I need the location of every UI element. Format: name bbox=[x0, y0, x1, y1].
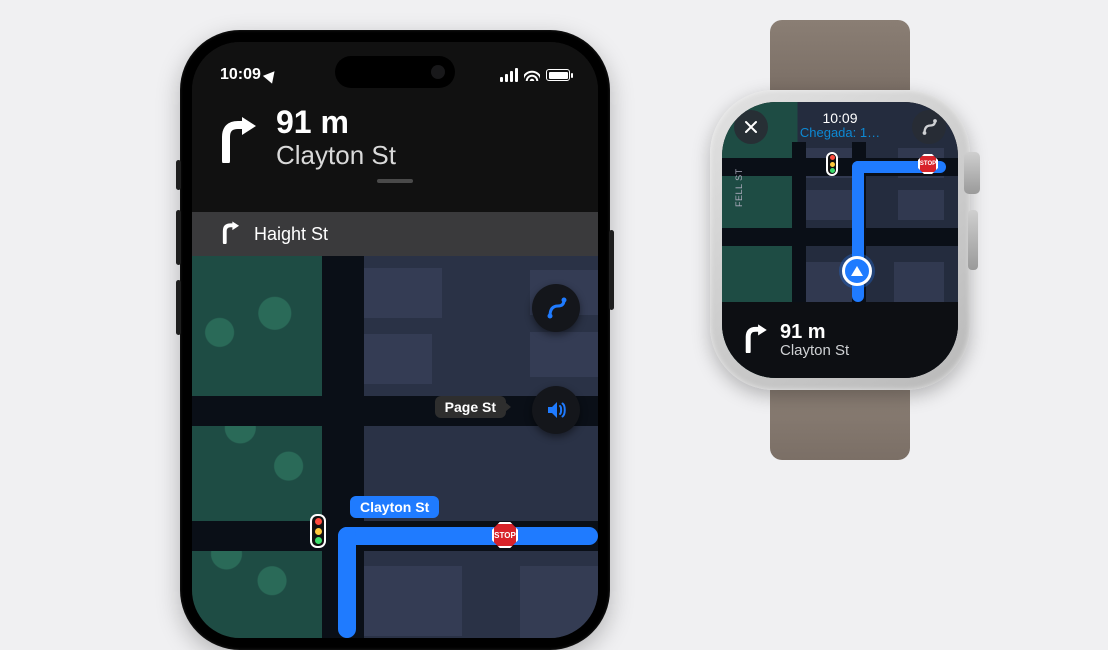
apple-watch-device: STOP FELL ST 10:09 Chegada: 1… bbox=[700, 20, 980, 460]
watch-status-bar: 10:09 Chegada: 1… bbox=[722, 110, 958, 144]
digital-crown bbox=[964, 152, 980, 194]
route-overview-button[interactable] bbox=[532, 284, 580, 332]
iphone-device: 10:09 91 m Clayton St bbox=[180, 30, 610, 650]
close-button[interactable] bbox=[734, 110, 768, 144]
phone-power-button bbox=[609, 230, 614, 310]
stop-sign-icon: STOP bbox=[492, 522, 518, 548]
turn-right-icon bbox=[742, 323, 768, 358]
user-location-puck bbox=[842, 256, 872, 286]
traffic-light-icon bbox=[310, 514, 326, 548]
phone-screen: 10:09 91 m Clayton St bbox=[192, 42, 598, 638]
direction-distance: 91 m bbox=[276, 106, 396, 138]
watch-screen: STOP FELL ST 10:09 Chegada: 1… bbox=[722, 102, 958, 378]
phone-side-button bbox=[176, 160, 181, 190]
turn-right-icon bbox=[220, 220, 240, 249]
dynamic-island bbox=[335, 56, 455, 88]
next-step-row[interactable]: Haight St bbox=[192, 212, 598, 256]
drag-handle[interactable] bbox=[377, 179, 413, 183]
status-time: 10:09 bbox=[220, 66, 261, 84]
turn-right-icon bbox=[216, 115, 258, 163]
stop-sign-icon: STOP bbox=[918, 154, 938, 174]
wifi-icon bbox=[524, 69, 540, 81]
watch-direction-banner[interactable]: 91 m Clayton St bbox=[722, 302, 958, 378]
phone-volume-down bbox=[176, 280, 181, 335]
street-label-clayton: Clayton St bbox=[350, 496, 439, 518]
watch-direction-street: Clayton St bbox=[780, 342, 849, 359]
watch-side-button bbox=[968, 210, 978, 270]
battery-icon bbox=[546, 69, 570, 81]
watch-band bbox=[770, 20, 910, 90]
map-view[interactable]: Clayton St Page St STOP bbox=[192, 256, 598, 638]
route-line bbox=[338, 527, 356, 638]
map-park bbox=[192, 256, 330, 638]
next-step-street: Haight St bbox=[254, 224, 328, 245]
traffic-light-icon bbox=[826, 152, 838, 176]
street-label-page: Page St bbox=[435, 396, 506, 418]
phone-volume-up bbox=[176, 210, 181, 265]
watch-case: STOP FELL ST 10:09 Chegada: 1… bbox=[710, 90, 970, 390]
cellular-icon bbox=[500, 68, 518, 82]
watch-band bbox=[770, 390, 910, 460]
route-overview-button[interactable] bbox=[912, 110, 946, 144]
route-line bbox=[338, 527, 598, 545]
watch-time: 10:09 bbox=[800, 110, 880, 126]
map-road bbox=[722, 228, 958, 246]
direction-street: Clayton St bbox=[276, 140, 396, 171]
map-road bbox=[792, 142, 806, 302]
street-label-fell: FELL ST bbox=[734, 168, 744, 207]
watch-arrival-label: Chegada: 1… bbox=[800, 126, 880, 141]
location-icon bbox=[263, 67, 279, 83]
watch-direction-distance: 91 m bbox=[780, 322, 849, 342]
audio-button[interactable] bbox=[532, 386, 580, 434]
